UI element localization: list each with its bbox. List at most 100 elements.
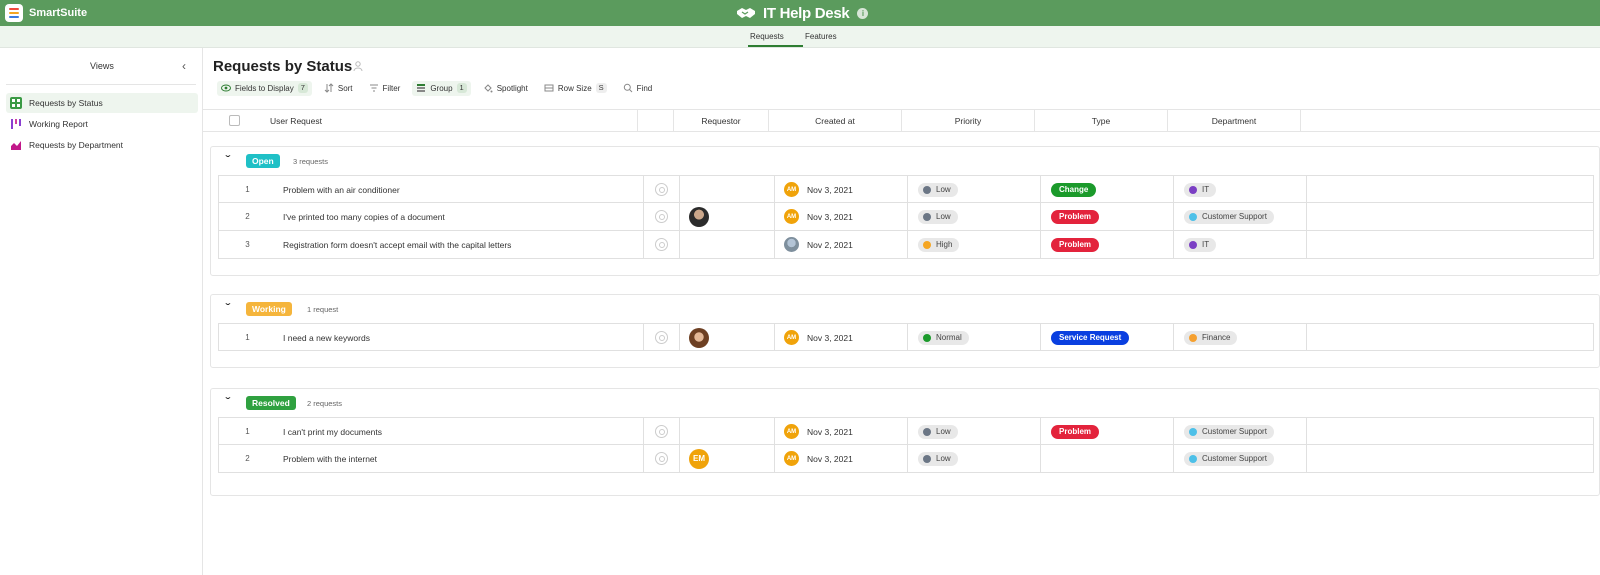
sort-button[interactable]: Sort <box>320 81 357 96</box>
expand-record-icon[interactable] <box>655 452 668 465</box>
request-title[interactable]: Problem with an air conditioner <box>276 176 644 203</box>
created-date: Nov 3, 2021 <box>807 332 853 343</box>
department-label: Customer Support <box>1202 427 1267 436</box>
column-created-at[interactable]: Created at <box>769 110 902 132</box>
chevron-down-icon[interactable]: ˇ <box>225 397 230 408</box>
eye-icon <box>221 84 231 92</box>
department-dot <box>1189 427 1197 436</box>
requestor-cell[interactable] <box>680 324 775 351</box>
find-button[interactable]: Find <box>619 81 657 96</box>
priority-cell[interactable]: Low <box>908 203 1041 230</box>
priority-pill: Normal <box>918 330 969 345</box>
priority-pill: Low <box>918 182 958 197</box>
spotlight-label: Spotlight <box>496 83 528 93</box>
priority-cell[interactable]: Normal <box>908 324 1041 351</box>
sidebar-item-working-report[interactable]: Working Report <box>6 114 198 134</box>
expand-record-icon[interactable] <box>655 183 668 196</box>
view-toolbar: Fields to Display 7 Sort Filter Group 1 … <box>217 80 664 96</box>
collapse-chevron-icon[interactable]: ‹ <box>182 59 186 73</box>
request-title[interactable]: I need a new keywords <box>276 324 644 351</box>
brand[interactable]: SmartSuite <box>5 4 87 22</box>
department-cell[interactable]: IT <box>1174 231 1307 258</box>
group-count: 1 <box>456 83 467 93</box>
spotlight-button[interactable]: Spotlight <box>479 81 532 96</box>
priority-cell[interactable]: Low <box>908 176 1041 203</box>
group-header: ˇ Resolved 2 requests <box>211 389 1599 417</box>
sort-icon <box>324 83 334 93</box>
tab-features[interactable]: Features <box>805 32 837 41</box>
priority-cell[interactable]: Low <box>908 445 1041 472</box>
column-type[interactable]: Type <box>1035 110 1168 132</box>
department-cell[interactable]: Customer Support <box>1174 418 1307 445</box>
row-size-button[interactable]: Row Size S <box>540 81 611 96</box>
open-cell <box>644 418 680 445</box>
type-cell[interactable]: Problem <box>1041 231 1174 258</box>
table-row[interactable]: 2 Problem with the internet EM AM Nov 3, … <box>218 445 1594 473</box>
priority-pill: High <box>918 237 960 252</box>
type-tag: Service Request <box>1051 330 1130 345</box>
sidebar-item-requests-by-department[interactable]: Requests by Department <box>6 135 198 155</box>
table-row[interactable]: 1 I can't print my documents AM Nov 3, 20… <box>218 417 1594 445</box>
department-cell[interactable]: Customer Support <box>1174 445 1307 472</box>
table-row[interactable]: 1 I need a new keywords AM Nov 3, 2021 No… <box>218 323 1594 351</box>
tab-requests[interactable]: Requests <box>750 32 784 41</box>
views-sidebar: Views ‹ Requests by Status Working Repor… <box>0 48 203 575</box>
column-priority[interactable]: Priority <box>902 110 1035 132</box>
sidebar-item-requests-by-status[interactable]: Requests by Status <box>6 93 198 113</box>
request-title[interactable]: Registration form doesn't accept email w… <box>276 231 644 258</box>
table-row[interactable]: 3 Registration form doesn't accept email… <box>218 231 1594 259</box>
requestor-cell[interactable] <box>680 176 775 203</box>
table-row[interactable]: 2 I've printed too many copies of a docu… <box>218 203 1594 231</box>
info-icon[interactable]: i <box>857 7 869 19</box>
type-cell[interactable]: Service Request <box>1041 324 1174 351</box>
created-at-cell: AM Nov 3, 2021 <box>775 203 908 230</box>
expand-record-icon[interactable] <box>655 425 668 438</box>
type-cell[interactable]: Problem <box>1041 203 1174 230</box>
chevron-down-icon[interactable]: ˇ <box>225 303 230 314</box>
group-button[interactable]: Group 1 <box>412 80 471 96</box>
column-department[interactable]: Department <box>1168 110 1301 132</box>
created-at-cell: AM Nov 3, 2021 <box>775 418 908 445</box>
creator-avatar: AM <box>784 451 799 466</box>
column-user-request[interactable]: User Request <box>270 110 638 132</box>
requestor-cell[interactable] <box>680 418 775 445</box>
open-cell <box>644 324 680 351</box>
column-label: Department <box>1211 116 1257 126</box>
row-number: 1 <box>245 427 250 436</box>
empty-cell <box>1307 324 1595 351</box>
select-all-checkbox[interactable] <box>229 115 240 126</box>
request-title[interactable]: Problem with the internet <box>276 445 644 472</box>
row-number: 3 <box>245 240 250 249</box>
column-label: Requestor <box>701 116 741 126</box>
request-title[interactable]: I've printed too many copies of a docume… <box>276 203 644 230</box>
sort-label: Sort <box>337 83 353 93</box>
department-pill: IT <box>1184 182 1217 197</box>
type-cell[interactable]: Problem <box>1041 418 1174 445</box>
expand-record-icon[interactable] <box>655 331 668 344</box>
column-requestor[interactable]: Requestor <box>674 110 769 132</box>
type-cell[interactable]: Change <box>1041 176 1174 203</box>
created-date: Nov 2, 2021 <box>807 239 853 250</box>
expand-record-icon[interactable] <box>655 238 668 251</box>
filter-button[interactable]: Filter <box>365 81 405 96</box>
share-view-icon[interactable] <box>352 60 364 72</box>
fields-count: 7 <box>297 83 308 93</box>
requestor-cell[interactable] <box>680 203 775 230</box>
department-cell[interactable]: IT <box>1174 176 1307 203</box>
created-at-cell: Nov 2, 2021 <box>775 231 908 258</box>
chevron-down-icon[interactable]: ˇ <box>225 155 230 166</box>
request-title[interactable]: I can't print my documents <box>276 418 644 445</box>
requestor-cell[interactable] <box>680 231 775 258</box>
department-cell[interactable]: Customer Support <box>1174 203 1307 230</box>
expand-record-icon[interactable] <box>655 210 668 223</box>
priority-cell[interactable]: Low <box>908 418 1041 445</box>
group-count: 2 requests <box>307 399 343 408</box>
row-number: 1 <box>245 185 250 194</box>
fields-to-display-button[interactable]: Fields to Display 7 <box>217 80 312 96</box>
table-row[interactable]: 1 Problem with an air conditioner AM Nov … <box>218 175 1594 203</box>
department-cell[interactable]: Finance <box>1174 324 1307 351</box>
type-cell[interactable] <box>1041 445 1174 472</box>
created-at-cell: AM Nov 3, 2021 <box>775 324 908 351</box>
priority-cell[interactable]: High <box>908 231 1041 258</box>
requestor-cell[interactable]: EM <box>680 445 775 472</box>
